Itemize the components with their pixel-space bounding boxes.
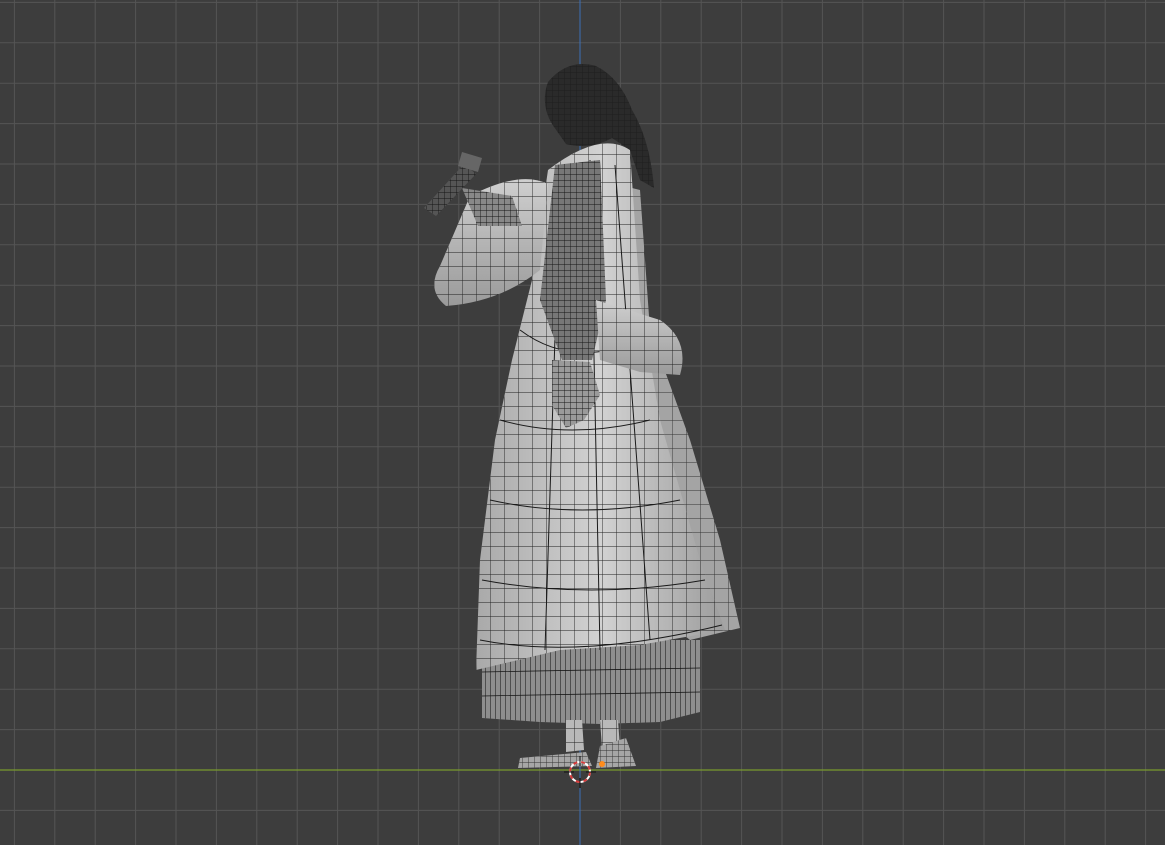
character-mesh[interactable] xyxy=(424,64,740,768)
object-origin-icon xyxy=(599,761,605,767)
3d-viewport[interactable] xyxy=(0,0,1165,845)
